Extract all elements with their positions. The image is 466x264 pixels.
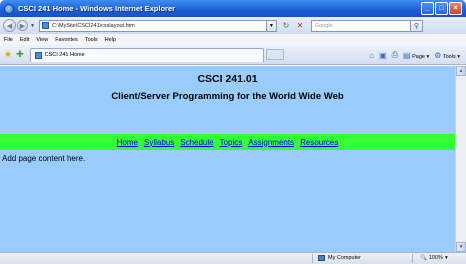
tab-page-icon <box>34 51 42 59</box>
zoom-level: 100% <box>428 255 443 261</box>
url-text: C:\MySite\CSCI241\csslayout.htm <box>51 22 135 29</box>
page-menu-icon: ▤ <box>403 50 411 60</box>
zone-label: My Computer <box>328 255 362 261</box>
status-separator <box>312 254 313 263</box>
url-dropdown-icon[interactable]: ▼ <box>266 19 277 32</box>
refresh-icon[interactable]: ↻ <box>281 21 291 31</box>
tools-menu-button[interactable]: ⚙ Tools ▾ <box>434 51 460 60</box>
close-button[interactable]: × <box>449 2 462 15</box>
zoom-icon: 🔍 <box>420 255 427 261</box>
menu-bar: File Edit View Favorites Tools Help <box>0 34 466 45</box>
tab-label: CSCI 241 Home <box>44 52 85 58</box>
forward-button[interactable]: ▶ <box>17 20 28 31</box>
nav-link-topics[interactable]: Topics <box>220 138 243 147</box>
ie-logo-icon <box>4 3 14 14</box>
vertical-scrollbar[interactable]: ▲ ▼ <box>455 66 466 252</box>
command-bar: ★ ✚ CSCI 241 Home ⌂ ▣ ⎙ ▤ Page ▾ ⚙ Tools… <box>0 45 466 65</box>
status-bar: My Computer 🔍 100% ▾ <box>0 252 466 264</box>
title-bar: CSCI 241 Home - Windows Internet Explore… <box>0 0 466 17</box>
nav-link-syllabus[interactable]: Syllabus <box>144 138 174 147</box>
page-body-text: Add page content here. <box>2 154 86 163</box>
search-input[interactable]: Google <box>310 19 411 32</box>
page-menu-label: Page <box>412 53 425 60</box>
menu-tools[interactable]: Tools <box>85 37 98 43</box>
nav-link-assignments[interactable]: Assignments <box>248 138 294 147</box>
url-input[interactable]: C:\MySite\CSCI241\csslayout.htm <box>38 19 267 32</box>
home-icon[interactable]: ⌂ <box>369 51 374 60</box>
status-separator-2 <box>412 254 413 263</box>
add-favorite-icon[interactable]: ✚ <box>16 49 24 60</box>
site-nav-bar: Home Syllabus Schedule Topics Assignment… <box>0 134 455 150</box>
security-zone: My Computer <box>318 255 361 261</box>
search-icon[interactable]: ⚲ <box>410 19 423 32</box>
search-placeholder: Google <box>314 22 333 29</box>
zoom-control[interactable]: 🔍 100% ▾ <box>420 255 448 261</box>
stop-icon[interactable]: ✕ <box>295 21 305 31</box>
menu-favorites[interactable]: Favorites <box>55 37 78 43</box>
menu-view[interactable]: View <box>36 37 48 43</box>
menu-edit[interactable]: Edit <box>20 37 29 43</box>
page-subtitle: Client/Server Programming for the World … <box>111 91 344 102</box>
back-button[interactable]: ◀ <box>3 19 16 32</box>
menu-help[interactable]: Help <box>105 37 116 43</box>
new-tab-button[interactable] <box>265 49 284 60</box>
history-dropdown-icon[interactable]: ▼ <box>30 23 35 29</box>
browser-window: CSCI 241 Home - Windows Internet Explore… <box>0 0 466 264</box>
menu-file[interactable]: File <box>4 37 13 43</box>
window-title: CSCI 241 Home - Windows Internet Explore… <box>18 4 176 13</box>
tools-gear-icon: ⚙ <box>434 50 442 60</box>
page-icon <box>41 22 49 29</box>
nav-link-resources[interactable]: Resources <box>300 138 338 147</box>
page-content-area: CSCI 241.01 Client/Server Programming fo… <box>0 66 455 252</box>
nav-link-home[interactable]: Home <box>117 138 138 147</box>
computer-icon <box>318 255 325 261</box>
minimize-button[interactable]: _ <box>421 2 434 15</box>
page-menu-button[interactable]: ▤ Page ▾ <box>403 51 429 60</box>
tools-menu-label: Tools <box>442 53 456 60</box>
scroll-down-arrow-icon[interactable]: ▼ <box>456 242 466 252</box>
print-icon[interactable]: ⎙ <box>392 50 398 60</box>
feeds-icon[interactable]: ▣ <box>379 51 387 60</box>
address-bar: ◀ ▶ ▼ C:\MySite\CSCI241\csslayout.htm ▼ … <box>0 17 466 34</box>
tab-csci-241-home[interactable]: CSCI 241 Home <box>29 47 264 62</box>
nav-link-schedule[interactable]: Schedule <box>180 138 213 147</box>
zoom-dropdown-icon: ▾ <box>444 255 448 261</box>
page-title: CSCI 241.01 <box>197 73 258 85</box>
scroll-up-arrow-icon[interactable]: ▲ <box>456 66 466 76</box>
maximize-button[interactable]: □ <box>435 2 448 15</box>
command-tools: ⌂ ▣ ⎙ ▤ Page ▾ ⚙ Tools ▾ <box>369 50 460 60</box>
favorites-star-icon[interactable]: ★ <box>4 49 12 60</box>
window-controls: _ □ × <box>421 2 462 15</box>
